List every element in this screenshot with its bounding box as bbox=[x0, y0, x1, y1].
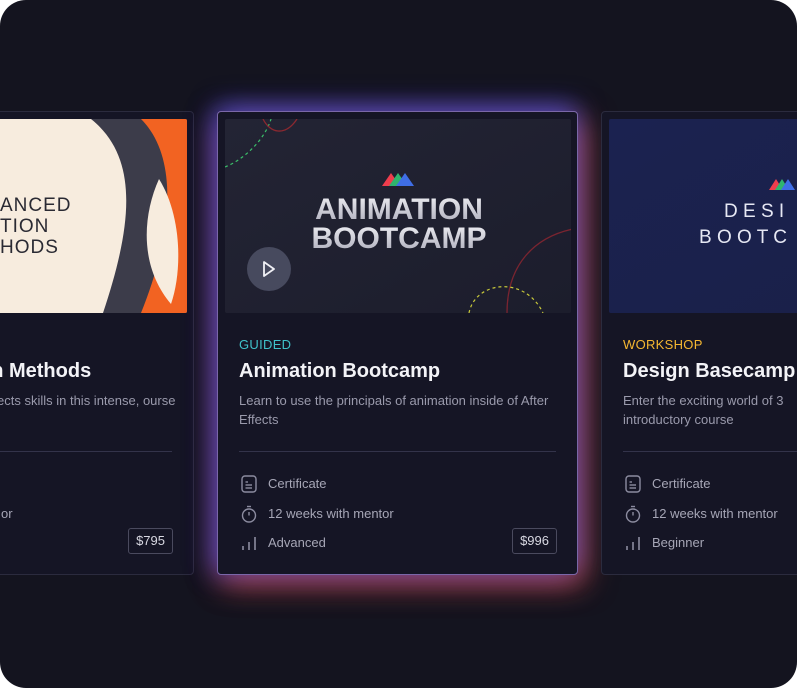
course-description: Enter the exciting world of 3 introducto… bbox=[623, 393, 784, 427]
course-thumbnail: ANIMATION BOOTCAMP bbox=[225, 119, 571, 313]
course-title: Animation Bootcamp bbox=[239, 360, 441, 382]
level-bars-icon bbox=[626, 537, 640, 550]
course-tag: WORKSHOP bbox=[623, 337, 703, 352]
course-card-design-basecamp[interactable]: D E S I B O O T C WORKSHOP Design Baseca… bbox=[601, 111, 797, 575]
stopwatch-icon bbox=[625, 505, 641, 523]
course-thumbnail: ANCED TION HODS bbox=[0, 119, 187, 313]
course-description: Learn to use the principals of animation… bbox=[239, 393, 549, 427]
course-card-animation-bootcamp[interactable]: ANIMATION BOOTCAMP GUIDED Animation Boot… bbox=[217, 111, 578, 575]
level-bars-icon bbox=[242, 537, 256, 550]
meta-label: 12 weeks with mentor bbox=[268, 506, 394, 521]
meta-label: Certificate bbox=[268, 476, 327, 491]
thumbnail-title-line: B O O T C bbox=[699, 227, 787, 248]
thumbnail-text-line: ANCED bbox=[0, 195, 72, 216]
thumbnail-text-line: HODS bbox=[0, 237, 59, 258]
price-badge: $996 bbox=[512, 528, 557, 554]
card-divider bbox=[239, 451, 556, 452]
course-carousel: ANCED TION HODS on Methods ects skills i… bbox=[0, 0, 797, 688]
meta-label: Beginner bbox=[652, 535, 705, 550]
thumbnail-title-line: D E S I bbox=[724, 201, 784, 222]
play-button[interactable] bbox=[247, 247, 291, 291]
card-divider bbox=[623, 451, 797, 452]
card-divider bbox=[0, 451, 172, 452]
thumbnail-text-line: TION bbox=[0, 216, 49, 237]
meta-label: Certificate bbox=[652, 476, 711, 491]
meta-label: Advanced bbox=[268, 535, 326, 550]
price-badge: $795 bbox=[128, 528, 173, 554]
course-title: on Methods bbox=[0, 360, 92, 382]
thumbnail-title-line: BOOTCAMP bbox=[312, 222, 487, 255]
stopwatch-icon bbox=[241, 505, 257, 523]
meta-label: 12 weeks with mentor bbox=[652, 506, 778, 521]
certificate-icon bbox=[625, 475, 641, 493]
course-description: ects skills in this intense, ourse bbox=[0, 393, 176, 408]
certificate-icon bbox=[241, 475, 257, 493]
course-title: Design Basecamp bbox=[623, 360, 796, 382]
course-thumbnail: D E S I B O O T C bbox=[609, 119, 797, 313]
course-card-advanced[interactable]: ANCED TION HODS on Methods ects skills i… bbox=[0, 111, 194, 575]
course-tag: GUIDED bbox=[239, 337, 292, 352]
play-icon bbox=[263, 261, 275, 277]
